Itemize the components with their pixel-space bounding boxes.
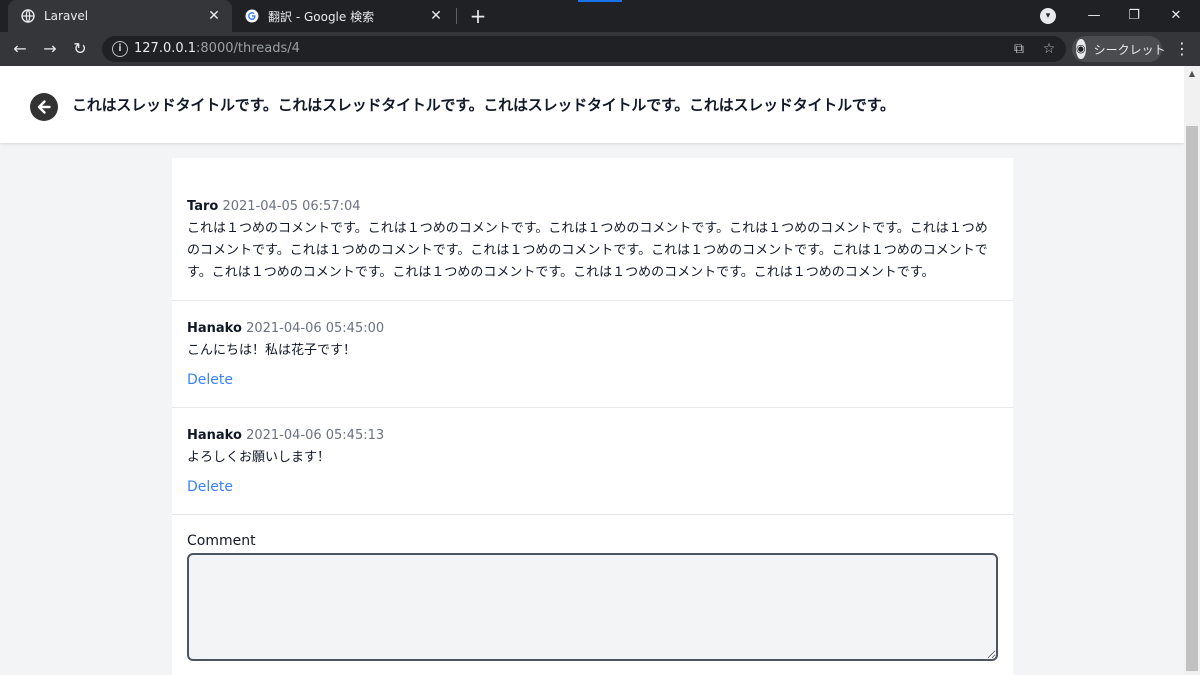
page-viewport: これはスレッドタイトルです。これはスレッドタイトルです。これはスレッドタイトルで…	[0, 66, 1184, 675]
page-scrollbar[interactable]: ▲	[1184, 66, 1200, 675]
comment-meta: Hanako 2021-04-06 05:45:13	[187, 428, 384, 443]
bookmark-star-icon[interactable]: ☆	[1040, 40, 1058, 58]
delete-comment-link[interactable]: Delete	[187, 479, 233, 495]
comment-date: 2021-04-05 06:57:04	[222, 199, 361, 214]
tab-close-icon[interactable]: ✕	[206, 8, 222, 24]
comment-item: Hanako 2021-04-06 05:45:13 よろしくお願いします！ D…	[172, 408, 1013, 515]
thread-header: これはスレッドタイトルです。これはスレッドタイトルです。これはスレッドタイトルで…	[0, 66, 1184, 143]
site-info-icon[interactable]: i	[112, 41, 128, 57]
google-g-icon	[244, 8, 260, 24]
comment-author: Hanako	[187, 428, 242, 443]
restore-icon[interactable]: ❐	[1122, 4, 1146, 28]
arrow-left-icon	[37, 100, 51, 114]
translate-icon[interactable]: ⧉	[1010, 40, 1028, 58]
globe-icon	[20, 8, 36, 24]
back-arrow-icon[interactable]: ←	[8, 37, 32, 61]
browser-menu-icon[interactable]: ⋮	[1170, 37, 1194, 61]
tab-close-icon[interactable]: ✕	[428, 8, 444, 24]
comment-date: 2021-04-06 05:45:00	[246, 321, 385, 336]
address-bar[interactable]: i 127.0.0.1:8000/threads/4 ⧉ ☆	[102, 36, 1066, 62]
tab-strip-accent	[578, 0, 622, 2]
reload-icon[interactable]: ↻	[68, 37, 92, 61]
new-tab-plus-icon[interactable]: +	[466, 4, 490, 28]
incognito-icon: ◉	[1076, 39, 1086, 59]
incognito-label: シークレット	[1093, 42, 1166, 57]
tab-separator	[456, 8, 457, 24]
back-button[interactable]	[30, 93, 58, 121]
page-title: これはスレッドタイトルです。これはスレッドタイトルです。これはスレッドタイトルで…	[72, 96, 895, 114]
comment-author: Taro	[187, 199, 219, 214]
comment-body: よろしくお願いします！	[187, 450, 331, 465]
comment-item: Hanako 2021-04-06 05:45:00 こんにちは！私は花子です！…	[172, 301, 1013, 408]
scroll-up-arrow-icon[interactable]: ▲	[1184, 66, 1200, 82]
scrollbar-thumb[interactable]	[1186, 126, 1198, 671]
tab-search-icon[interactable]: ▾	[1040, 8, 1056, 24]
comment-author: Hanako	[187, 321, 242, 336]
comment-body: こんにちは！私は花子です！	[187, 343, 357, 358]
tab-title: Laravel	[44, 9, 89, 23]
tab-laravel[interactable]: Laravel ✕	[8, 0, 232, 32]
delete-comment-link[interactable]: Delete	[187, 372, 233, 388]
minimize-icon[interactable]: —	[1082, 4, 1106, 28]
comment-meta: Taro 2021-04-05 06:57:04	[187, 199, 361, 214]
comments-card: Taro 2021-04-05 06:57:04 これは１つめのコメントです。こ…	[172, 158, 1013, 675]
tab-title: 翻訳 - Google 検索	[268, 9, 375, 24]
comment-item: Taro 2021-04-05 06:57:04 これは１つめのコメントです。こ…	[172, 158, 1013, 301]
browser-toolbar: ← → ↻ i 127.0.0.1:8000/threads/4 ⧉ ☆ ◉ シ…	[0, 32, 1200, 66]
comment-textarea[interactable]	[187, 553, 998, 661]
incognito-profile-button[interactable]: ◉ シークレット	[1072, 36, 1166, 62]
comment-meta: Hanako 2021-04-06 05:45:00	[187, 321, 384, 336]
url-text[interactable]: 127.0.0.1:8000/threads/4	[134, 41, 300, 56]
comment-form: Comment	[172, 515, 1013, 675]
tab-google-search[interactable]: 翻訳 - Google 検索 ✕	[232, 0, 454, 32]
comment-label: Comment	[187, 533, 256, 549]
comment-body: これは１つめのコメントです。これは１つめのコメントです。これは１つめのコメントで…	[187, 221, 988, 280]
window-close-icon[interactable]: ✕	[1164, 4, 1188, 28]
comment-date: 2021-04-06 05:45:13	[246, 428, 385, 443]
forward-arrow-icon[interactable]: →	[38, 37, 62, 61]
browser-tab-bar: Laravel ✕ 翻訳 - Google 検索 ✕ + ▾ — ❐ ✕	[0, 0, 1200, 32]
